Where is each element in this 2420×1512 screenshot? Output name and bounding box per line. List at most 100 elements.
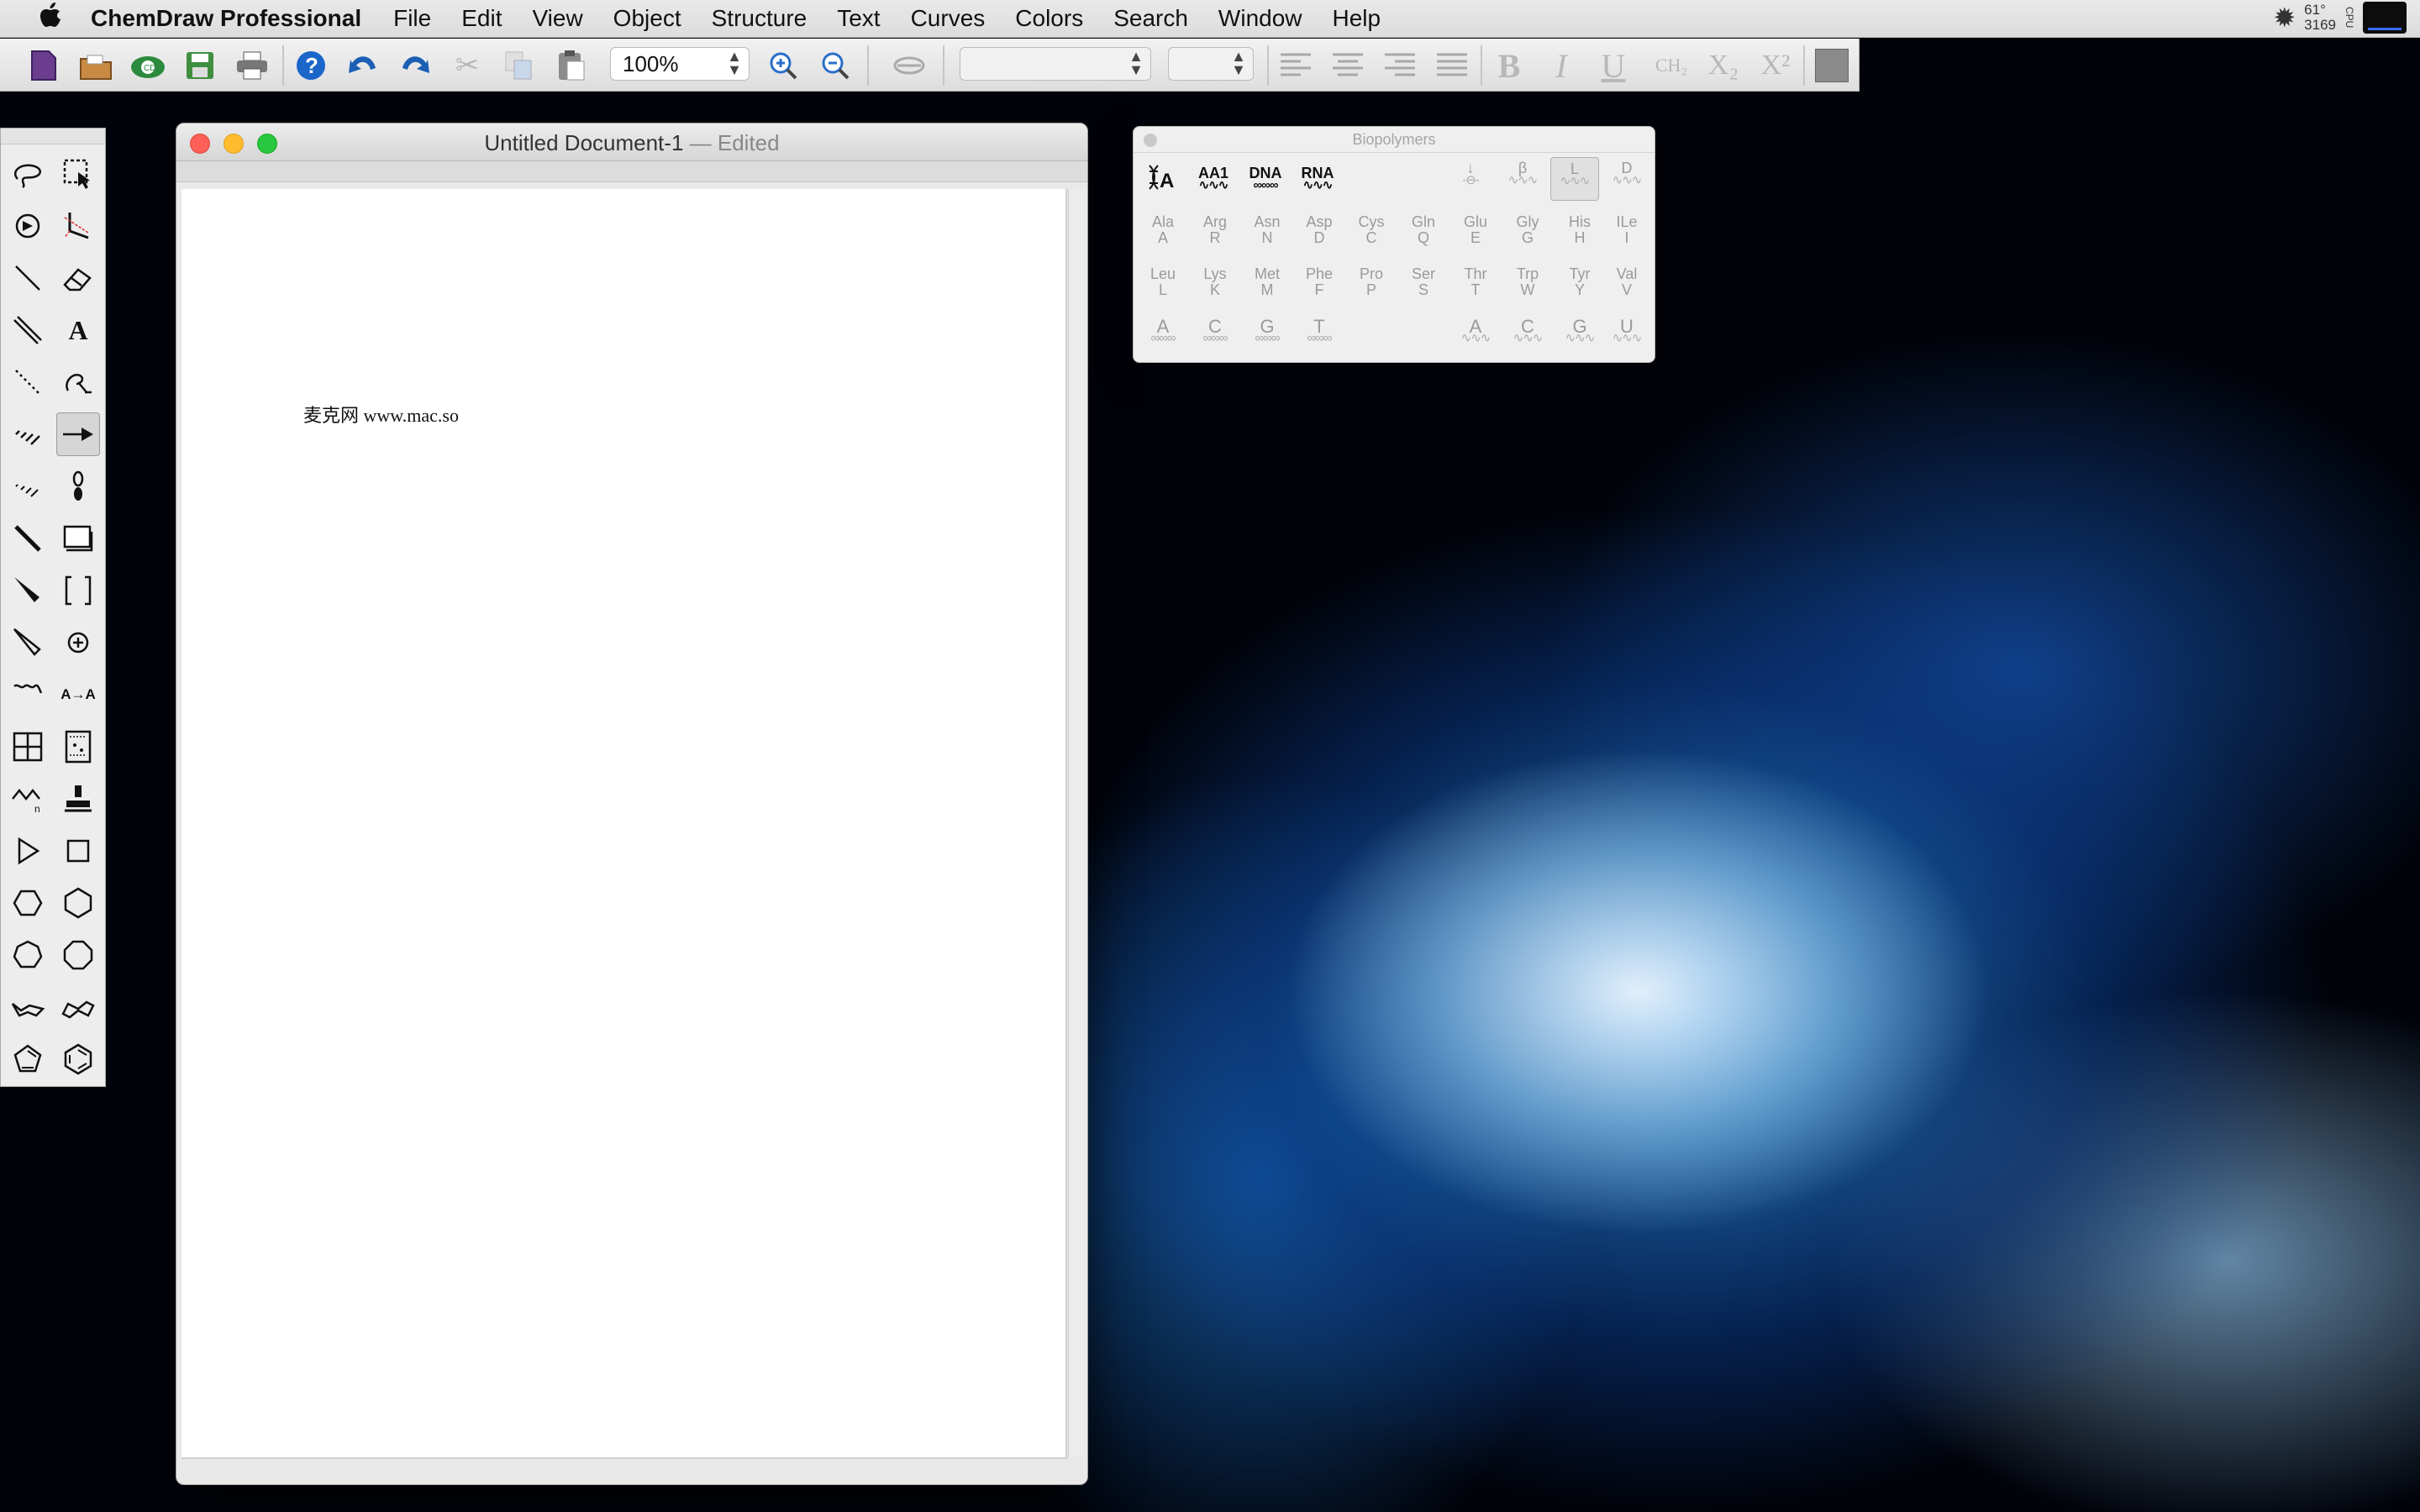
dna-t-button[interactable]: T ∞∞∞ <box>1295 318 1344 345</box>
zoom-field[interactable]: 100% ▲ ▼ <box>610 47 750 81</box>
tlc-plate-icon[interactable] <box>56 725 100 769</box>
aa-met-button[interactable]: Met M <box>1243 266 1292 298</box>
open-folder-icon[interactable] <box>77 47 114 84</box>
aa-asp-button[interactable]: Asp D <box>1295 214 1344 246</box>
apple-menu-icon[interactable] <box>34 3 67 34</box>
l-amino-button[interactable]: L ∿∿∿ <box>1550 157 1599 201</box>
text-tool-button[interactable]: A <box>56 308 100 352</box>
aa-ala-button[interactable]: Ala A <box>1139 214 1187 246</box>
app-name-menu[interactable]: ChemDraw Professional <box>91 5 361 32</box>
rna-a-button[interactable]: A ∿∿∿ <box>1451 318 1500 345</box>
cyclohexane-chair-1-icon[interactable] <box>6 985 50 1029</box>
dashed-bond-icon[interactable] <box>6 360 50 404</box>
justify-icon[interactable] <box>1434 47 1470 84</box>
chemical-formula-button[interactable]: CH₂ <box>1647 47 1696 84</box>
menu-text[interactable]: Text <box>837 5 880 32</box>
structure-clean-icon[interactable] <box>891 47 928 84</box>
fan-icon[interactable]: ✹ <box>2273 4 2296 31</box>
italic-button[interactable]: I <box>1543 47 1580 85</box>
menu-structure[interactable]: Structure <box>712 5 808 32</box>
bold-button[interactable]: B <box>1491 47 1528 85</box>
menu-help[interactable]: Help <box>1333 5 1381 32</box>
cpu-meter-icon[interactable] <box>2363 2 2407 34</box>
drawing-elements-icon[interactable] <box>56 517 100 560</box>
hollow-wedge-bond-icon[interactable] <box>6 621 50 664</box>
aa1-button[interactable]: AA1 ∿∿∿ <box>1189 165 1238 192</box>
print-icon[interactable] <box>234 47 271 84</box>
aa-ile-button[interactable]: ILe I <box>1602 214 1651 246</box>
arrow-tool-icon[interactable] <box>56 412 100 456</box>
tool-palette-grip[interactable] <box>1 129 105 144</box>
copy-icon[interactable] <box>501 47 538 84</box>
solid-bond-icon[interactable] <box>6 256 50 300</box>
canvas-text[interactable]: 麦克网 www.mac.so <box>303 401 459 428</box>
menu-search[interactable]: Search <box>1113 5 1188 32</box>
redo-icon[interactable] <box>397 47 434 84</box>
rna-button[interactable]: RNA ∿∿∿ <box>1293 165 1342 192</box>
align-right-icon[interactable] <box>1381 47 1418 84</box>
font-family-field[interactable]: ▲ ▼ <box>960 47 1151 81</box>
aa-trp-button[interactable]: Trp W <box>1503 266 1552 298</box>
font-size-field[interactable]: ▲ ▼ <box>1168 47 1254 81</box>
aa-ser-button[interactable]: Ser S <box>1399 266 1448 298</box>
cyclopentadiene-icon[interactable] <box>6 1037 50 1081</box>
hashed-bond-icon[interactable] <box>6 412 50 456</box>
eraser-icon[interactable] <box>56 256 100 300</box>
cyclopropane-icon[interactable] <box>6 829 50 873</box>
font-size-stepper-icon[interactable]: ▲ ▼ <box>1231 49 1246 77</box>
biopolymers-titlebar[interactable]: Biopolymers <box>1134 127 1655 153</box>
beta-button[interactable]: β ∿∿∿ <box>1498 160 1547 197</box>
lasso-tool-icon[interactable] <box>6 152 50 196</box>
dna-a-button[interactable]: A ∞∞∞ <box>1139 318 1187 345</box>
menu-object[interactable]: Object <box>613 5 681 32</box>
template-stamp-icon[interactable] <box>56 777 100 821</box>
aa-lys-button[interactable]: Lys K <box>1191 266 1239 298</box>
document-canvas[interactable]: 麦克网 www.mac.so <box>182 189 1067 1459</box>
rotate-tool-icon[interactable] <box>6 204 50 248</box>
hashed-wedge-bond-icon[interactable] <box>6 465 50 508</box>
stereo-down-button[interactable]: ↓ -⊖- <box>1446 160 1495 197</box>
aa-asn-button[interactable]: Asn N <box>1243 214 1292 246</box>
menu-edit[interactable]: Edit <box>461 5 502 32</box>
color-swatch-button[interactable] <box>1813 47 1850 84</box>
bold-bond-icon[interactable] <box>6 517 50 560</box>
benzene-icon[interactable] <box>56 1037 100 1081</box>
superscript-button[interactable]: X² <box>1753 47 1798 84</box>
palette-close-icon[interactable] <box>1144 134 1157 147</box>
cloud-cd-icon[interactable]: CD <box>129 47 166 84</box>
table-tool-icon[interactable] <box>6 725 50 769</box>
aa-his-button[interactable]: His H <box>1555 214 1604 246</box>
cut-icon[interactable]: ✂ <box>449 47 486 84</box>
aa-tyr-button[interactable]: Tyr Y <box>1555 266 1604 298</box>
aa-arg-button[interactable]: Arg R <box>1191 214 1239 246</box>
menu-window[interactable]: Window <box>1218 5 1302 32</box>
underline-button[interactable]: U <box>1595 47 1632 85</box>
rna-c-button[interactable]: C ∿∿∿ <box>1503 318 1552 345</box>
cycloheptane-icon[interactable] <box>6 933 50 977</box>
new-document-icon[interactable] <box>25 47 62 84</box>
text-format-button[interactable]: A→A <box>56 673 100 717</box>
undo-icon[interactable] <box>345 47 381 84</box>
dna-button[interactable]: DNA ∞∞∞ <box>1241 165 1290 192</box>
document-titlebar[interactable]: Untitled Document-1 — Edited <box>176 123 1087 161</box>
aa-glu-button[interactable]: Glu E <box>1451 214 1500 246</box>
d-amino-button[interactable]: D ∿∿∿ <box>1602 160 1651 197</box>
zoom-out-icon[interactable] <box>817 47 854 84</box>
aa-pro-button[interactable]: Pro P <box>1347 266 1396 298</box>
align-center-icon[interactable] <box>1329 47 1366 84</box>
menu-view[interactable]: View <box>532 5 582 32</box>
aa-val-button[interactable]: Val V <box>1602 266 1651 298</box>
aa-gln-button[interactable]: Gln Q <box>1399 214 1448 246</box>
rna-g-button[interactable]: G ∿∿∿ <box>1555 318 1604 345</box>
aa-thr-button[interactable]: Thr T <box>1451 266 1500 298</box>
aa-gly-button[interactable]: Gly G <box>1503 214 1552 246</box>
cyclohexane-icon[interactable] <box>56 881 100 925</box>
save-icon[interactable] <box>182 47 218 84</box>
zoom-in-icon[interactable] <box>765 47 802 84</box>
font-family-stepper-icon[interactable]: ▲ ▼ <box>1128 49 1144 77</box>
menu-colors[interactable]: Colors <box>1015 5 1083 32</box>
aa-leu-button[interactable]: Leu L <box>1139 266 1187 298</box>
aa-phe-button[interactable]: Phe F <box>1295 266 1344 298</box>
cyclohexane-chair-2-icon[interactable] <box>56 985 100 1029</box>
menu-curves[interactable]: Curves <box>911 5 986 32</box>
